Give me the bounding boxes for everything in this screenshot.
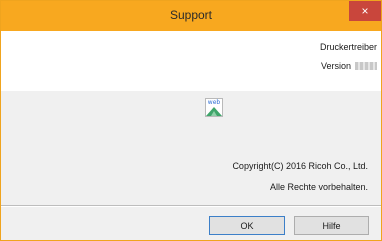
version-row: Version: [321, 61, 377, 71]
header-panel: Druckertreiber Version: [1, 31, 381, 91]
divider: [1, 205, 381, 206]
rights-text: Alle Rechte vorbehalten.: [269, 182, 368, 192]
version-label: Version: [320, 61, 351, 71]
help-button-label: Hilfe: [322, 220, 341, 231]
help-button[interactable]: Hilfe: [294, 216, 369, 235]
ok-button[interactable]: OK: [209, 216, 285, 235]
window-title: Support: [169, 8, 213, 22]
version-value-redacted: [355, 62, 377, 70]
product-name: Druckertreiber: [319, 42, 377, 52]
close-button[interactable]: ×: [349, 1, 381, 21]
support-dialog: Support × Druckertreiber Version web Cop…: [0, 0, 382, 241]
copyright-text: Copyright(C) 2016 Ricoh Co., Ltd.: [232, 161, 368, 171]
mountain-icon: [206, 107, 222, 116]
title-bar[interactable]: Support ×: [1, 1, 381, 31]
close-icon: ×: [361, 4, 369, 18]
web-link-icon[interactable]: web: [205, 98, 223, 117]
ok-button-label: OK: [240, 220, 254, 231]
